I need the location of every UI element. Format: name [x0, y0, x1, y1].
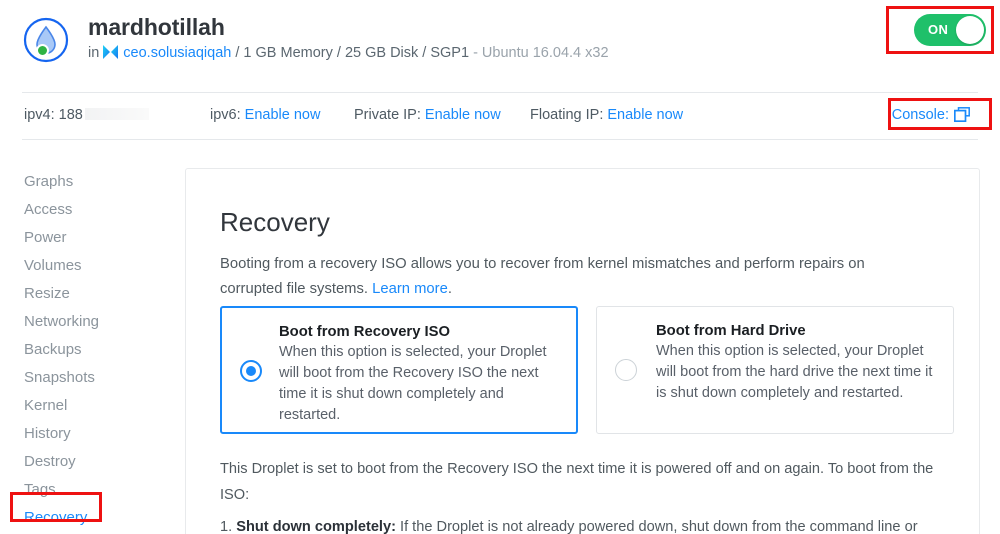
power-toggle-wrapper: ON: [914, 14, 986, 46]
sidebar-item-networking[interactable]: Networking: [24, 308, 164, 336]
ipv6-label: ipv6:: [210, 107, 241, 123]
sidebar-item-power[interactable]: Power: [24, 224, 164, 252]
step-bold-label: Shut down completely:: [236, 519, 396, 534]
learn-more-link[interactable]: Learn more: [372, 281, 448, 297]
project-link[interactable]: ceo.solusiaqiqah: [123, 45, 231, 61]
droplet-header: mardhotillah in ceo.solusiaqiqah / 1 GB …: [0, 0, 1000, 92]
radio-dot: [246, 366, 256, 376]
radio-boot-recovery-iso[interactable]: [240, 360, 262, 382]
sidebar-item-access[interactable]: Access: [24, 196, 164, 224]
private-ip-info: Private IP: Enable now: [354, 107, 501, 123]
power-toggle[interactable]: ON: [914, 14, 986, 46]
sidebar-item-kernel[interactable]: Kernel: [24, 392, 164, 420]
floating-ip-label: Floating IP:: [530, 107, 604, 123]
boot-option-hard-drive-text: When this option is selected, your Dropl…: [656, 343, 933, 401]
ipv4-redacted-block: [84, 108, 149, 120]
recovery-step-1: 1. Shut down completely: If the Droplet …: [220, 514, 955, 534]
droplet-meta: in ceo.solusiaqiqah / 1 GB Memory / 25 G…: [88, 44, 609, 61]
droplet-logo-icon: [22, 16, 70, 64]
droplet-os: - Ubuntu 16.04.4 x32: [473, 45, 609, 61]
ipv6-info: ipv6: Enable now: [210, 107, 320, 123]
radio-boot-hard-drive[interactable]: [615, 359, 637, 381]
boot-option-recovery-iso-body: Boot from Recovery ISO When this option …: [279, 324, 564, 426]
sidebar-item-history[interactable]: History: [24, 420, 164, 448]
sidebar-item-snapshots[interactable]: Snapshots: [24, 364, 164, 392]
private-ip-enable-link[interactable]: Enable now: [425, 107, 501, 123]
project-icon: [102, 44, 119, 60]
boot-option-recovery-iso-text: When this option is selected, your Dropl…: [279, 344, 547, 423]
console-window-icon: [953, 107, 970, 123]
boot-option-recovery-iso[interactable]: Boot from Recovery ISO When this option …: [220, 306, 578, 434]
sidebar-item-volumes[interactable]: Volumes: [24, 252, 164, 280]
power-toggle-label: ON: [928, 22, 949, 37]
ipv6-enable-link[interactable]: Enable now: [245, 107, 321, 123]
floating-ip-enable-link[interactable]: Enable now: [607, 107, 683, 123]
floating-ip-info: Floating IP: Enable now: [530, 107, 683, 123]
boot-option-hard-drive[interactable]: Boot from Hard Drive When this option is…: [596, 306, 954, 434]
console-button[interactable]: Console:: [892, 107, 970, 123]
sidebar-item-recovery[interactable]: Recovery: [24, 504, 164, 532]
sidebar-item-backups[interactable]: Backups: [24, 336, 164, 364]
recovery-description-text: Booting from a recovery ISO allows you t…: [220, 256, 865, 297]
private-ip-label: Private IP:: [354, 107, 421, 123]
boot-option-recovery-iso-heading: Boot from Recovery ISO: [279, 324, 451, 340]
recovery-description-period: .: [447, 281, 452, 297]
step-text: If the Droplet is not already powered do…: [395, 519, 918, 534]
console-label: Console:: [891, 107, 949, 123]
ipv4-info: ipv4: 188: [24, 107, 149, 123]
droplet-sidebar-nav: Graphs Access Power Volumes Resize Netwo…: [24, 168, 164, 532]
in-label: in: [88, 45, 100, 61]
droplet-spec: / 1 GB Memory / 25 GB Disk / SGP1: [235, 45, 470, 61]
step-number: 1.: [220, 519, 233, 534]
recovery-panel: Recovery Booting from a recovery ISO all…: [185, 168, 980, 534]
ipv4-label: ipv4:: [24, 107, 55, 123]
droplet-name: mardhotillah: [88, 14, 225, 40]
recovery-description: Booting from a recovery ISO allows you t…: [220, 252, 910, 302]
power-toggle-knob: [956, 16, 984, 44]
sidebar-item-resize[interactable]: Resize: [24, 280, 164, 308]
page-title: Recovery: [220, 207, 330, 237]
network-info-bar: ipv4: 188 ipv6: Enable now Private IP: E…: [22, 92, 978, 140]
boot-option-hard-drive-body: Boot from Hard Drive When this option is…: [656, 323, 941, 404]
droplet-recovery-page: mardhotillah in ceo.solusiaqiqah / 1 GB …: [0, 0, 1000, 534]
ipv4-value: 188: [58, 107, 83, 123]
sidebar-item-graphs[interactable]: Graphs: [24, 168, 164, 196]
recovery-status-paragraph: This Droplet is set to boot from the Rec…: [220, 461, 934, 503]
boot-option-hard-drive-heading: Boot from Hard Drive: [656, 323, 806, 339]
droplet-status-dot: [36, 44, 49, 57]
sidebar-item-tags[interactable]: Tags: [24, 476, 164, 504]
sidebar-item-destroy[interactable]: Destroy: [24, 448, 164, 476]
